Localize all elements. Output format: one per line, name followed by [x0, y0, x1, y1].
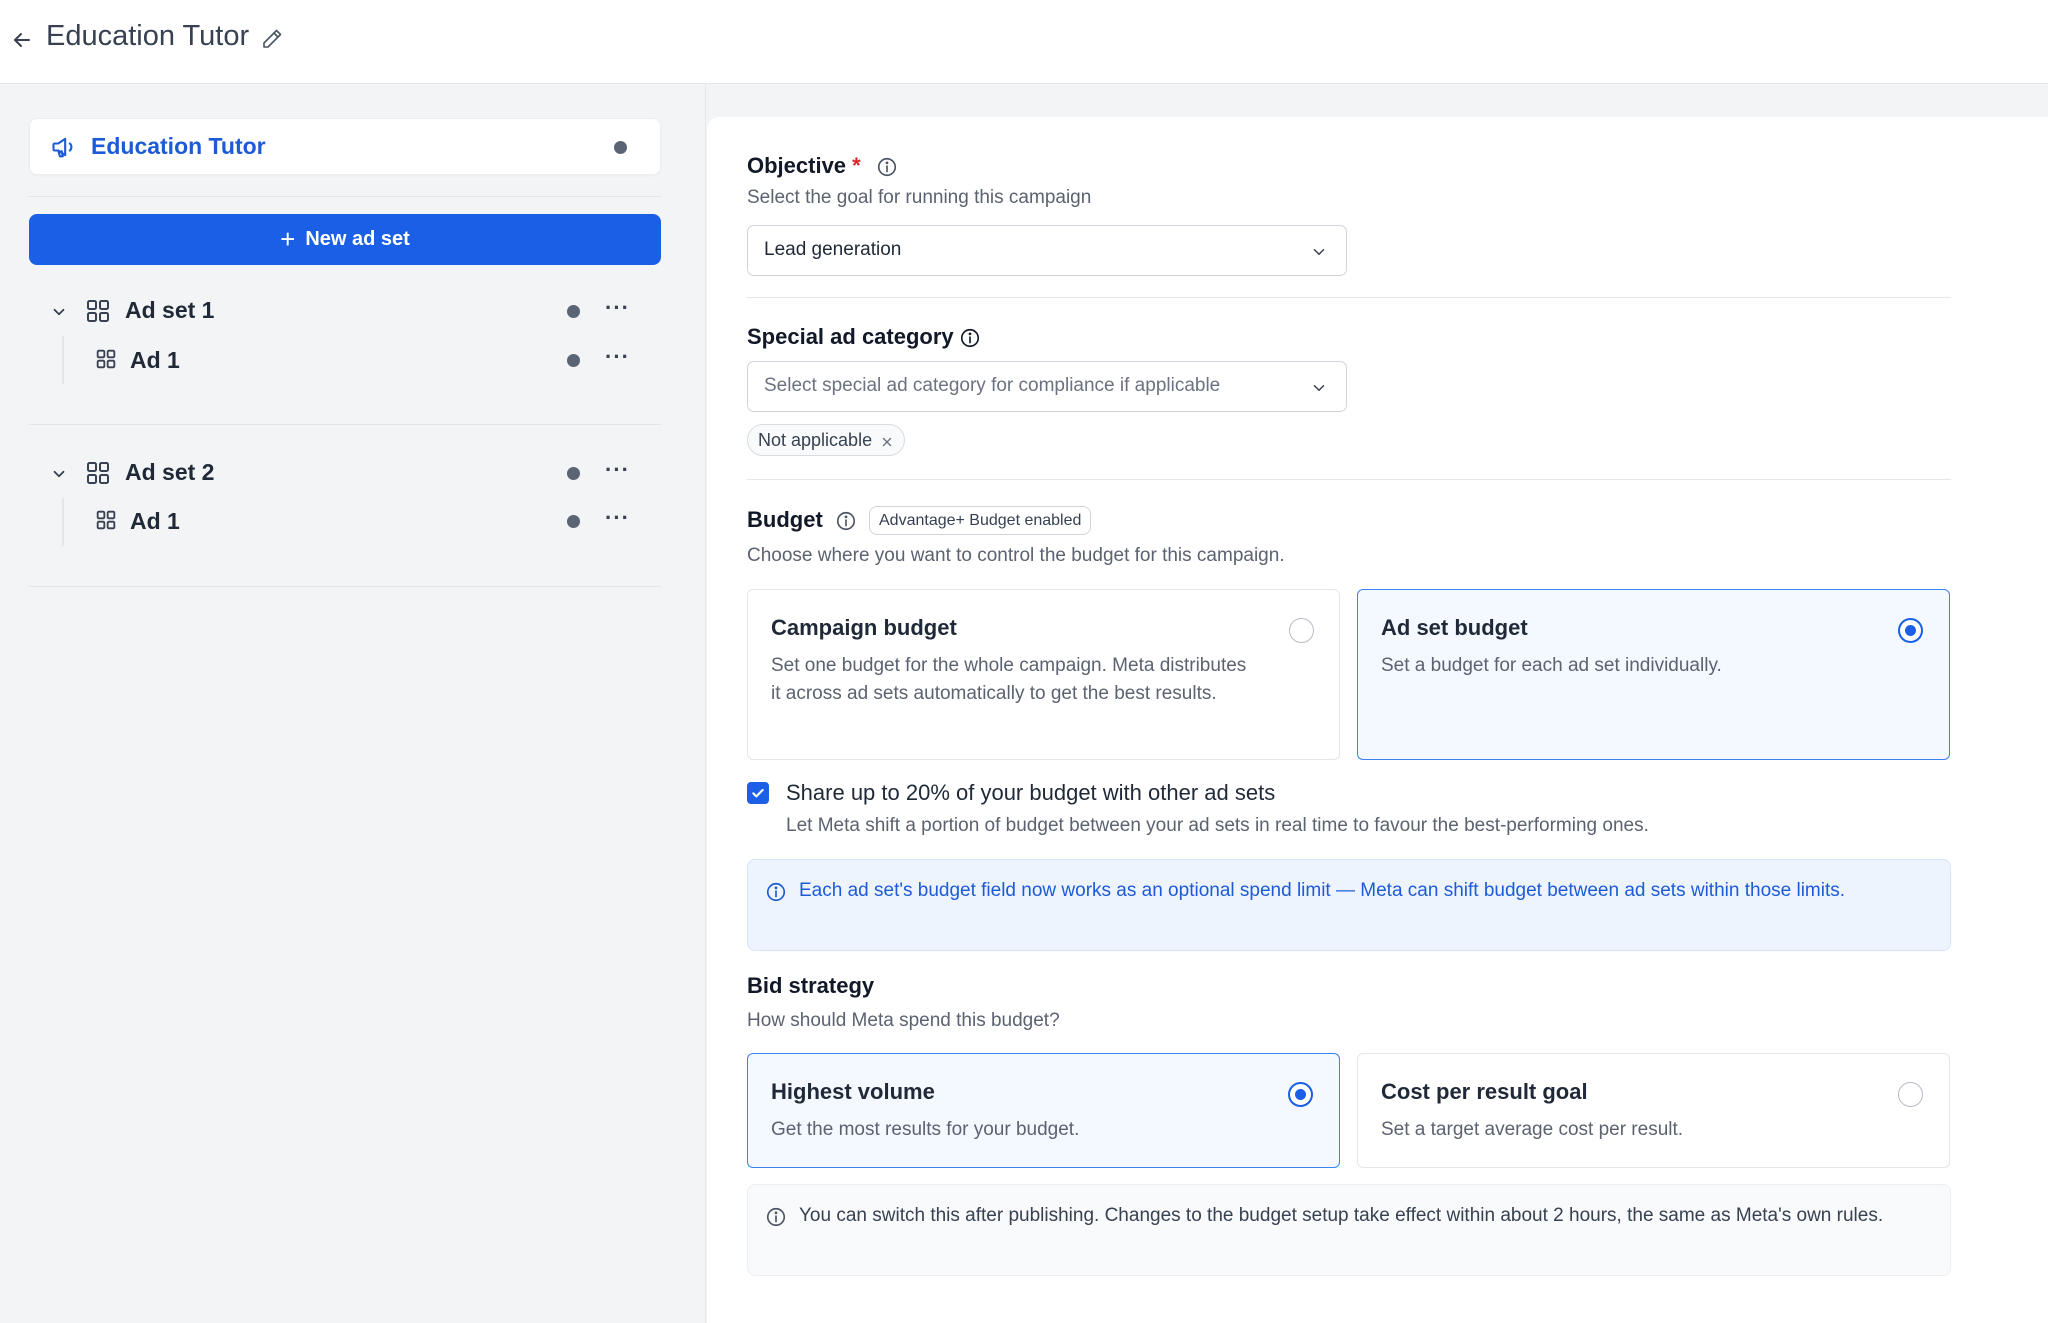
objective-selected-value: Lead generation: [764, 239, 902, 260]
edit-pencil-icon[interactable]: [260, 27, 286, 53]
ad-set-label: Ad set 1: [125, 297, 215, 323]
special-category-select[interactable]: Select special ad category for complianc…: [747, 361, 1347, 412]
info-icon: [765, 881, 787, 903]
spend-limit-info-banner: Each ad set's budget field now works as …: [747, 859, 1951, 951]
new-ad-set-button[interactable]: + New ad set: [29, 214, 661, 265]
status-dot: [567, 515, 580, 528]
campaign-item[interactable]: Education Tutor: [29, 118, 661, 175]
ad-set-budget-option[interactable]: Ad set budget Set a budget for each ad s…: [1357, 589, 1950, 760]
ad-grid-icon: [96, 510, 116, 530]
ad-row[interactable]: Ad 1 ···: [29, 335, 661, 385]
budget-label: Budget: [747, 507, 823, 532]
option-title: Campaign budget: [771, 615, 957, 640]
spend-limit-info-text: Each ad set's budget field now works as …: [799, 880, 1846, 901]
ad-set-budget-radio[interactable]: [1898, 618, 1923, 643]
divider: [747, 297, 1951, 298]
divider: [29, 424, 661, 425]
objective-select[interactable]: Lead generation: [747, 225, 1347, 276]
ad-row[interactable]: Ad 1 ···: [29, 496, 661, 546]
ad-set-label: Ad set 2: [125, 459, 215, 485]
bid-strategy-label: Bid strategy: [747, 973, 875, 998]
page-title: Education Tutor: [46, 20, 250, 52]
publishing-note-text: You can switch this after publishing. Ch…: [799, 1205, 1884, 1226]
option-title: Cost per result goal: [1381, 1079, 1588, 1104]
share-budget-description: Let Meta shift a portion of budget betwe…: [786, 815, 1649, 836]
category-chip: Not applicable: [747, 424, 906, 456]
special-category-placeholder: Select special ad category for complianc…: [764, 375, 1221, 396]
more-options-icon[interactable]: ···: [605, 457, 630, 483]
ad-set-grid-icon: [86, 461, 110, 485]
plus-icon: +: [280, 223, 296, 254]
info-icon[interactable]: [835, 510, 857, 532]
special-category-label: Special ad category: [747, 324, 954, 349]
ad-grid-icon: [96, 349, 116, 369]
highest-volume-radio[interactable]: [1288, 1082, 1313, 1107]
divider: [29, 586, 661, 587]
option-description: Set one budget for the whole campaign. M…: [771, 655, 1247, 704]
campaign-budget-radio[interactable]: [1289, 618, 1314, 643]
more-options-icon[interactable]: ···: [605, 295, 630, 321]
more-options-icon[interactable]: ···: [605, 344, 630, 370]
info-icon: [765, 1206, 787, 1228]
status-dot: [567, 354, 580, 367]
ad-set-row[interactable]: Ad set 1 ···: [29, 286, 661, 336]
chip-label: Not applicable: [758, 429, 873, 450]
share-budget-label[interactable]: Share up to 20% of your budget with othe…: [786, 780, 1275, 806]
close-icon[interactable]: [880, 433, 894, 447]
ad-set-grid-icon: [86, 299, 110, 323]
divider: [29, 196, 661, 197]
required-mark: *: [852, 153, 861, 178]
status-dot: [614, 141, 627, 154]
advantage-budget-badge: Advantage+ Budget enabled: [869, 506, 1092, 535]
more-options-icon[interactable]: ···: [605, 505, 630, 531]
new-ad-set-label: New ad set: [305, 228, 410, 250]
campaign-name: Education Tutor: [91, 133, 266, 159]
highest-volume-option[interactable]: Highest volume Get the most results for …: [747, 1053, 1340, 1168]
budget-helper: Choose where you want to control the bud…: [747, 545, 1285, 566]
share-budget-checkbox[interactable]: [747, 782, 769, 804]
chevron-down-icon[interactable]: [50, 465, 68, 483]
option-description: Get the most results for your budget.: [771, 1119, 1080, 1140]
objective-label: Objective *: [747, 153, 861, 178]
chevron-down-icon: [1310, 379, 1328, 397]
megaphone-icon: [50, 133, 78, 161]
back-arrow-icon[interactable]: [8, 26, 36, 54]
chevron-down-icon: [1310, 243, 1328, 261]
option-description: Set a budget for each ad set individuall…: [1381, 655, 1722, 676]
ad-label: Ad 1: [130, 508, 180, 534]
option-title: Highest volume: [771, 1079, 935, 1104]
ad-label: Ad 1: [130, 347, 180, 373]
status-dot: [567, 305, 580, 318]
info-icon[interactable]: [959, 327, 981, 349]
top-bar: Education Tutor: [0, 0, 2048, 84]
divider: [747, 479, 1951, 480]
cost-per-result-radio[interactable]: [1898, 1082, 1923, 1107]
ad-set-row[interactable]: Ad set 2 ···: [29, 448, 661, 498]
cost-per-result-option[interactable]: Cost per result goal Set a target averag…: [1357, 1053, 1950, 1168]
status-dot: [567, 467, 580, 480]
publishing-note-banner: You can switch this after publishing. Ch…: [747, 1184, 1951, 1276]
campaign-tree-sidebar: Education Tutor + New ad set Ad set 1 ··…: [0, 84, 706, 1323]
info-icon[interactable]: [876, 156, 898, 178]
bid-strategy-helper: How should Meta spend this budget?: [747, 1010, 1060, 1031]
objective-helper: Select the goal for running this campaig…: [747, 187, 1092, 208]
option-title: Ad set budget: [1381, 615, 1528, 640]
chevron-down-icon[interactable]: [50, 303, 68, 321]
check-icon: [752, 788, 764, 798]
option-description: Set a target average cost per result.: [1381, 1119, 1684, 1140]
campaign-settings-panel: Objective * Select the goal for running …: [707, 117, 2048, 1323]
campaign-budget-option[interactable]: Campaign budget Set one budget for the w…: [747, 589, 1340, 760]
